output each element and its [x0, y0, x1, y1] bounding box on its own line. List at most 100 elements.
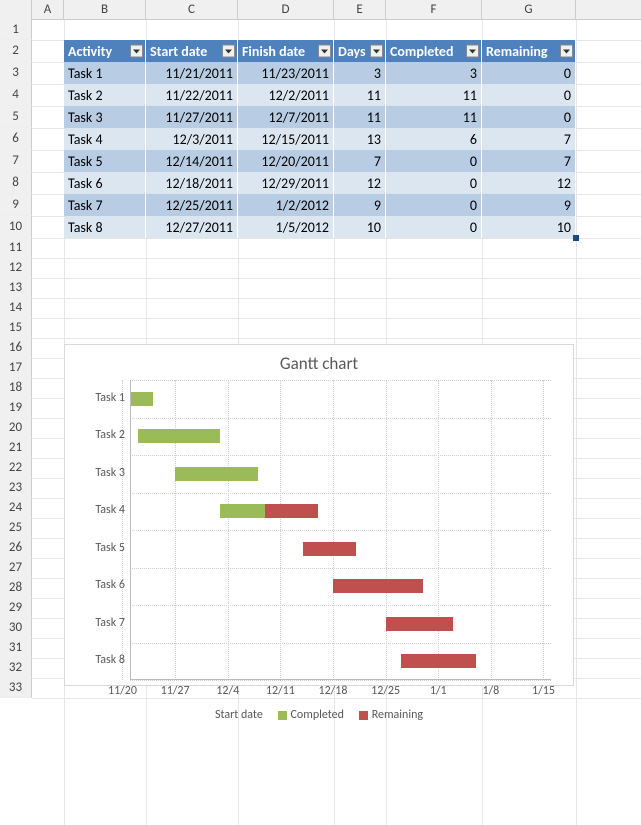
- cell[interactable]: Task 3: [64, 106, 146, 128]
- cell[interactable]: 11: [334, 84, 386, 106]
- row-header-3[interactable]: 3: [0, 62, 32, 84]
- cell[interactable]: 11/22/2011: [146, 84, 238, 106]
- row-header-27[interactable]: 27: [0, 558, 32, 578]
- cell[interactable]: 1/5/2012: [238, 216, 334, 238]
- cell[interactable]: 10: [482, 216, 576, 238]
- row-header-2[interactable]: 2: [0, 40, 32, 62]
- cell[interactable]: 12/15/2011: [238, 128, 334, 150]
- cell[interactable]: 7: [334, 150, 386, 172]
- gantt-chart[interactable]: Gantt chart Task 1Task 2Task 3Task 4Task…: [64, 344, 574, 686]
- column-header-A[interactable]: A: [32, 0, 64, 20]
- row-header-28[interactable]: 28: [0, 578, 32, 598]
- select-all-corner[interactable]: [0, 0, 32, 20]
- column-header-E[interactable]: E: [334, 0, 386, 20]
- cell[interactable]: 12: [334, 172, 386, 194]
- cells-area[interactable]: ActivityStart dateFinish dateDaysComplet…: [32, 20, 641, 825]
- table-header-remaining[interactable]: Remaining: [482, 40, 576, 62]
- row-header-18[interactable]: 18: [0, 378, 32, 398]
- row-header-13[interactable]: 13: [0, 278, 32, 298]
- cell[interactable]: Task 5: [64, 150, 146, 172]
- row-header-21[interactable]: 21: [0, 438, 32, 458]
- row-header-24[interactable]: 24: [0, 498, 32, 518]
- column-header-B[interactable]: B: [64, 0, 146, 20]
- cell[interactable]: 12/25/2011: [146, 194, 238, 216]
- cell[interactable]: 0: [386, 194, 482, 216]
- filter-dropdown-icon[interactable]: [222, 45, 235, 58]
- cell[interactable]: 11: [334, 106, 386, 128]
- cell[interactable]: 13: [334, 128, 386, 150]
- cell[interactable]: 12/3/2011: [146, 128, 238, 150]
- cell[interactable]: 3: [334, 62, 386, 84]
- cell[interactable]: Task 8: [64, 216, 146, 238]
- filter-dropdown-icon[interactable]: [560, 45, 573, 58]
- cell[interactable]: 12/18/2011: [146, 172, 238, 194]
- cell[interactable]: 3: [386, 62, 482, 84]
- cell[interactable]: 0: [386, 150, 482, 172]
- row-header-19[interactable]: 19: [0, 398, 32, 418]
- cell[interactable]: 1/2/2012: [238, 194, 334, 216]
- cell[interactable]: Task 4: [64, 128, 146, 150]
- cell[interactable]: 11: [386, 106, 482, 128]
- column-header-F[interactable]: F: [386, 0, 482, 20]
- cell[interactable]: 11/21/2011: [146, 62, 238, 84]
- cell[interactable]: 0: [386, 216, 482, 238]
- cell[interactable]: 10: [334, 216, 386, 238]
- row-header-22[interactable]: 22: [0, 458, 32, 478]
- filter-dropdown-icon[interactable]: [130, 45, 143, 58]
- cell[interactable]: 12/14/2011: [146, 150, 238, 172]
- cell[interactable]: 12: [482, 172, 576, 194]
- cell[interactable]: 11/27/2011: [146, 106, 238, 128]
- cell[interactable]: 11: [386, 84, 482, 106]
- row-header-12[interactable]: 12: [0, 258, 32, 278]
- row-header-10[interactable]: 10: [0, 216, 32, 238]
- row-header-15[interactable]: 15: [0, 318, 32, 338]
- cell[interactable]: 6: [386, 128, 482, 150]
- cell[interactable]: 12/20/2011: [238, 150, 334, 172]
- cell[interactable]: 12/27/2011: [146, 216, 238, 238]
- row-header-4[interactable]: 4: [0, 84, 32, 106]
- row-header-7[interactable]: 7: [0, 150, 32, 172]
- column-header-D[interactable]: D: [238, 0, 334, 20]
- row-header-8[interactable]: 8: [0, 172, 32, 194]
- cell[interactable]: 0: [482, 62, 576, 84]
- filter-dropdown-icon[interactable]: [370, 45, 383, 58]
- row-header-32[interactable]: 32: [0, 658, 32, 678]
- cell[interactable]: 12/2/2011: [238, 84, 334, 106]
- cell[interactable]: 0: [386, 172, 482, 194]
- cell[interactable]: 12/29/2011: [238, 172, 334, 194]
- cell[interactable]: 9: [334, 194, 386, 216]
- row-header-5[interactable]: 5: [0, 106, 32, 128]
- cell[interactable]: Task 6: [64, 172, 146, 194]
- row-header-23[interactable]: 23: [0, 478, 32, 498]
- fill-handle[interactable]: [573, 235, 579, 241]
- filter-dropdown-icon[interactable]: [466, 45, 479, 58]
- row-header-31[interactable]: 31: [0, 638, 32, 658]
- row-header-26[interactable]: 26: [0, 538, 32, 558]
- table-header-start-date[interactable]: Start date: [146, 40, 238, 62]
- cell[interactable]: 7: [482, 150, 576, 172]
- cell[interactable]: 0: [482, 106, 576, 128]
- cell[interactable]: Task 7: [64, 194, 146, 216]
- cell[interactable]: 11/23/2011: [238, 62, 334, 84]
- table-header-finish-date[interactable]: Finish date: [238, 40, 334, 62]
- table-header-activity[interactable]: Activity: [64, 40, 146, 62]
- column-header-C[interactable]: C: [146, 0, 238, 20]
- row-header-17[interactable]: 17: [0, 358, 32, 378]
- row-header-25[interactable]: 25: [0, 518, 32, 538]
- table-header-days[interactable]: Days: [334, 40, 386, 62]
- row-header-11[interactable]: 11: [0, 238, 32, 258]
- cell[interactable]: 7: [482, 128, 576, 150]
- row-header-33[interactable]: 33: [0, 678, 32, 698]
- row-header-29[interactable]: 29: [0, 598, 32, 618]
- cell[interactable]: Task 2: [64, 84, 146, 106]
- cell[interactable]: 12/7/2011: [238, 106, 334, 128]
- row-header-14[interactable]: 14: [0, 298, 32, 318]
- filter-dropdown-icon[interactable]: [318, 45, 331, 58]
- cell[interactable]: 0: [482, 84, 576, 106]
- row-header-30[interactable]: 30: [0, 618, 32, 638]
- row-header-20[interactable]: 20: [0, 418, 32, 438]
- column-header-G[interactable]: G: [482, 0, 576, 20]
- row-header-1[interactable]: 1: [0, 20, 32, 40]
- table-header-completed[interactable]: Completed: [386, 40, 482, 62]
- row-header-16[interactable]: 16: [0, 338, 32, 358]
